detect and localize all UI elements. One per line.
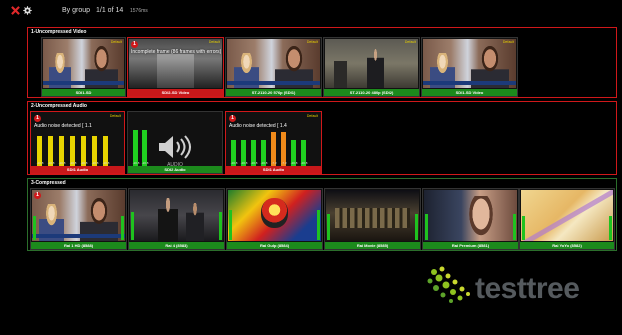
page-count: 1/1 of 14 bbox=[96, 7, 124, 14]
alarm-message: Audio noise detected [ 1.1 bbox=[34, 123, 92, 129]
tile-caption: ST-2110-20 480p (SDI2) bbox=[324, 89, 419, 96]
compressed-tile-rai-premium[interactable]: Rai Premium (8581) bbox=[422, 188, 519, 250]
tile-caption: SDI1-SD bbox=[42, 89, 125, 96]
level-readout: -20.8 bbox=[230, 161, 238, 165]
video-thumbnail bbox=[43, 39, 124, 88]
level-readout: -20.8 bbox=[36, 161, 44, 165]
default-tag: Default bbox=[110, 40, 122, 44]
audio-level-bar bbox=[522, 216, 525, 240]
gear-icon[interactable] bbox=[23, 6, 32, 15]
tile-caption: Rai Movie (8585) bbox=[325, 242, 420, 249]
group-mode-label[interactable]: By group bbox=[62, 7, 90, 14]
video-tile-sdi1-sd-video[interactable]: Default SDI1-SD Video bbox=[421, 37, 518, 97]
compressed-tile-rai4[interactable]: Rai 4 (8583) bbox=[128, 188, 225, 250]
default-tag: Default bbox=[502, 40, 514, 44]
tile-caption: Rai Gulp (8584) bbox=[227, 242, 322, 249]
video-thumbnail bbox=[423, 39, 516, 88]
audio-level-bar bbox=[415, 214, 418, 240]
default-tag: Default bbox=[306, 114, 318, 118]
audio-level-bar bbox=[219, 212, 222, 240]
video-thumbnail bbox=[521, 190, 613, 241]
audio-level-bar bbox=[229, 210, 232, 240]
level-readout: -20.8 bbox=[102, 161, 110, 165]
default-tag: Default bbox=[109, 114, 121, 118]
logo-dots-icon bbox=[427, 266, 470, 303]
video-tile-st2110-480p[interactable]: Default ST-2110-20 480p (SDI2) bbox=[323, 37, 420, 97]
group-title: 2-Uncompressed Audio bbox=[31, 103, 87, 109]
compressed-tile-rai1-hd[interactable]: 1 Rai 1 HD (8588) bbox=[30, 188, 127, 250]
audio-level-bar bbox=[131, 212, 134, 240]
level-readout: -20.8 bbox=[290, 161, 298, 165]
video-tile-sdi2-sd-video[interactable]: 1 Default Incomplete frame (86 frames wi… bbox=[127, 37, 224, 97]
alarm-message: Incomplete frame (86 frames with errors) bbox=[131, 49, 222, 55]
tile-caption: SDI1 Audio bbox=[226, 166, 321, 173]
group-compressed: 3-Compressed 1 Rai 1 HD (8588) Rai 4 (85… bbox=[27, 178, 617, 251]
audio-level-bar bbox=[121, 216, 124, 240]
audio-tile-sdi1[interactable]: 1 Default Audio noise detected [ 1.1 -20… bbox=[30, 111, 125, 174]
group-title: 3-Compressed bbox=[31, 180, 66, 186]
audio-level-bar bbox=[33, 216, 36, 240]
audio-level-bar bbox=[609, 216, 612, 240]
logo-wordmark: testtree bbox=[475, 272, 580, 305]
group-title: 1-Uncompressed Video bbox=[31, 29, 87, 35]
default-tag: Default bbox=[404, 40, 416, 44]
tile-caption: SDI2-SD Video bbox=[128, 89, 223, 96]
audio-level-bar bbox=[513, 214, 516, 240]
tile-caption: Rai 4 (8583) bbox=[129, 242, 224, 249]
tile-caption: SDI1-SD Video bbox=[422, 89, 517, 96]
elapsed-time: 1576ms bbox=[130, 8, 148, 14]
video-tile-sdi1-sd[interactable]: Default SDI1-SD bbox=[41, 37, 126, 97]
tile-caption: SDI1 Audio bbox=[31, 166, 124, 173]
audio-level-bar bbox=[317, 210, 320, 240]
alarm-count-badge: 1 bbox=[131, 41, 138, 48]
alarm-count-badge: 1 bbox=[34, 192, 41, 199]
video-tile-st2110-576p[interactable]: Default ST-2110-20 576p (SDI1) bbox=[225, 37, 322, 97]
audio-level-bar bbox=[327, 214, 330, 240]
level-readout: -7.3 bbox=[281, 161, 287, 165]
tile-caption: Rai 1 HD (8588) bbox=[31, 242, 126, 249]
level-readout: -20.8 bbox=[240, 161, 248, 165]
audio-tile-sdi2[interactable]: -20.8 -20.8 AUDIO SDI2 Audio bbox=[127, 111, 223, 174]
video-thumbnail bbox=[228, 190, 321, 241]
video-thumbnail bbox=[32, 190, 125, 241]
toolbar: By group 1/1 of 14 1576ms bbox=[0, 0, 622, 22]
close-icon[interactable] bbox=[11, 6, 20, 15]
default-tag: Default bbox=[208, 40, 220, 44]
alarm-count-badge: 1 bbox=[229, 115, 236, 122]
group-uncompressed-audio: 2-Uncompressed Audio 1 Default Audio noi… bbox=[27, 101, 617, 175]
tile-caption: Rai Premium (8581) bbox=[423, 242, 518, 249]
video-thumbnail bbox=[129, 39, 222, 88]
video-thumbnail bbox=[227, 39, 320, 88]
level-readout: -20.8 bbox=[80, 161, 88, 165]
video-thumbnail bbox=[424, 190, 517, 241]
alarm-count-badge: 1 bbox=[34, 115, 41, 122]
compressed-tile-rai-gulp[interactable]: Rai Gulp (8584) bbox=[226, 188, 323, 250]
audio-level-bar bbox=[425, 214, 428, 240]
video-thumbnail bbox=[130, 190, 223, 241]
brand-logo: testtree bbox=[424, 264, 622, 314]
level-readout: -20.8 bbox=[91, 161, 99, 165]
tile-caption: SDI2 Audio bbox=[128, 166, 222, 173]
level-readout: -20.8 bbox=[260, 161, 268, 165]
speaker-icon bbox=[159, 135, 191, 159]
video-thumbnail bbox=[326, 190, 419, 241]
level-readout: -7.3 bbox=[271, 161, 277, 165]
level-readout: -20.8 bbox=[250, 161, 258, 165]
compressed-tile-rai-movie[interactable]: Rai Movie (8585) bbox=[324, 188, 421, 250]
default-tag: Default bbox=[306, 40, 318, 44]
tile-caption: Rai YoYo (8582) bbox=[520, 242, 614, 249]
level-readout: -20.8 bbox=[47, 161, 55, 165]
level-readout: -20.8 bbox=[58, 161, 66, 165]
tile-caption: ST-2110-20 576p (SDI1) bbox=[226, 89, 321, 96]
video-thumbnail bbox=[325, 39, 418, 88]
group-uncompressed-video: 1-Uncompressed Video Default SDI1-SD 1 D… bbox=[27, 27, 617, 98]
level-readout: -20.8 bbox=[300, 161, 308, 165]
audio-tile-sdi1-b[interactable]: 1 Default Audio noise detected [ 1.4 -20… bbox=[225, 111, 322, 174]
level-readout: -20.8 bbox=[69, 161, 77, 165]
alarm-message: Audio noise detected [ 1.4 bbox=[229, 123, 287, 129]
compressed-tile-rai-yoyo[interactable]: Rai YoYo (8582) bbox=[519, 188, 615, 250]
